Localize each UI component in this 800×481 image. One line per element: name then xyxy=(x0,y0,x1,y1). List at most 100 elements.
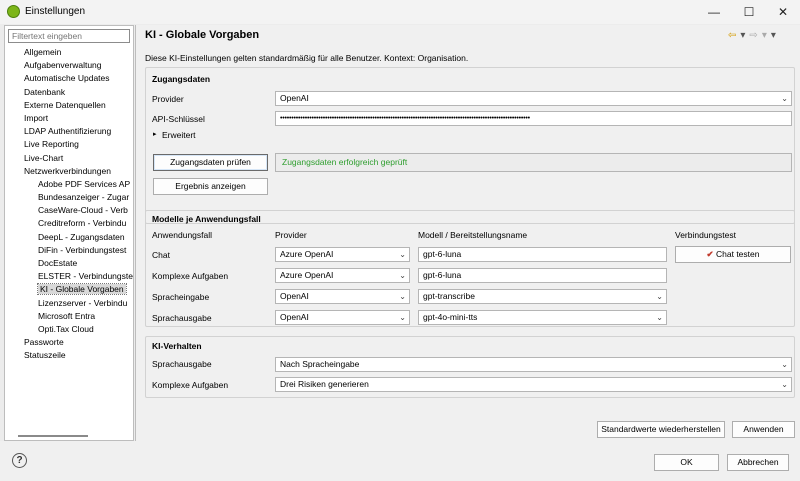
provider-select[interactable]: Azure OpenAI ⌄ xyxy=(275,268,410,283)
cancel-button[interactable]: Abbrechen xyxy=(727,454,789,471)
sidebar-item[interactable]: ELSTER - Verbindungste xyxy=(5,270,133,283)
back-arrow-icon[interactable]: ⇦ xyxy=(728,30,736,41)
model-select[interactable]: gpt-transcribe ⌄ xyxy=(418,289,667,304)
model-value: gpt-6-luna xyxy=(423,270,462,280)
select-value: OpenAI xyxy=(280,291,309,301)
dialog-footer: ? OK Abbrechen xyxy=(0,441,800,481)
chevron-down-icon: ⌄ xyxy=(399,313,406,322)
model-value: gpt-6-luna xyxy=(423,249,462,259)
speech-output-select[interactable]: Nach Spracheingabe ⌄ xyxy=(275,357,792,372)
sidebar-item[interactable]: Adobe PDF Services AP xyxy=(5,178,133,191)
sidebar-item[interactable]: Live Reporting xyxy=(5,138,133,151)
sidebar-item-label: CaseWare-Cloud - Verb xyxy=(38,205,128,216)
title-bar: Einstellungen — ☐ ✕ xyxy=(0,0,800,24)
sidebar-item-label: Automatische Updates xyxy=(24,73,110,84)
sidebar-item[interactable]: Allgemein xyxy=(5,46,133,59)
sidebar-item[interactable]: Aufgabenverwaltung xyxy=(5,59,133,72)
chevron-down-icon: ⌄ xyxy=(781,360,788,369)
window-title: Einstellungen xyxy=(25,6,86,17)
page-description: Diese KI-Einstellungen gelten standardmä… xyxy=(145,53,469,63)
model-value: gpt-transcribe xyxy=(423,291,475,301)
provider-select-value: OpenAI xyxy=(280,93,309,103)
col-header-provider: Provider xyxy=(275,230,307,240)
advanced-toggle-label[interactable]: Erweitert xyxy=(162,130,196,140)
sidebar-item[interactable]: Import xyxy=(5,112,133,125)
api-key-label: API-Schlüssel xyxy=(152,114,205,124)
zugangsdaten-title: Zugangsdaten xyxy=(152,74,211,84)
sidebar-item[interactable]: DeepL - Zugangsdaten xyxy=(5,231,133,244)
sidebar-item[interactable]: Externe Datenquellen xyxy=(5,99,133,112)
sidebar-item[interactable]: Bundesanzeiger - Zugar xyxy=(5,191,133,204)
usecase-label: Komplexe Aufgaben xyxy=(152,271,229,281)
api-key-field[interactable]: ••••••••••••••••••••••••••••••••••••••••… xyxy=(275,111,792,126)
minimize-button[interactable]: — xyxy=(697,0,731,24)
model-select[interactable]: gpt-4o-mini-tts ⌄ xyxy=(418,310,667,325)
zugangsdaten-group: Zugangsdaten Provider OpenAI ⌄ API-Schlü… xyxy=(145,67,795,224)
sidebar-item[interactable]: Datenbank xyxy=(5,86,133,99)
provider-select[interactable]: OpenAI ⌄ xyxy=(275,289,410,304)
sidebar-item-label: DeepL - Zugangsdaten xyxy=(38,231,125,242)
col-header-model: Modell / Bereitstellungsname xyxy=(418,230,528,240)
sidebar-item[interactable]: Automatische Updates xyxy=(5,72,133,85)
col-header-usecase: Anwendungsfall xyxy=(152,230,213,240)
chevron-down-icon: ⌄ xyxy=(781,94,788,103)
modelle-group: Modelle je Anwendungsfall Anwendungsfall… xyxy=(145,210,795,327)
sidebar-item-label: Allgemein xyxy=(24,47,62,57)
sidebar-item[interactable]: Creditreform - Verbindu xyxy=(5,217,133,230)
maximize-button[interactable]: ☐ xyxy=(732,0,766,24)
usecase-label: Sprachausgabe xyxy=(152,313,212,323)
chevron-down-icon: ⌄ xyxy=(656,313,663,322)
sidebar-item[interactable]: Lizenzserver - Verbindu xyxy=(5,297,133,310)
usecase-label: Spracheingabe xyxy=(152,292,210,302)
check-credentials-button[interactable]: Zugangsdaten prüfen xyxy=(153,154,268,171)
chevron-down-icon: ⌄ xyxy=(399,271,406,280)
model-input[interactable]: gpt-6-luna xyxy=(418,268,667,283)
sidebar-item-label: DiFin - Verbindungstest xyxy=(38,244,127,255)
page-navigation: ⇦ ▾ ⇨ ▾ ▾ xyxy=(728,30,776,41)
provider-select[interactable]: OpenAI ⌄ xyxy=(275,310,410,325)
forward-arrow-icon[interactable]: ⇨ xyxy=(749,30,757,41)
provider-select[interactable]: OpenAI ⌄ xyxy=(275,91,792,106)
back-menu-chevron-icon[interactable]: ▾ xyxy=(740,30,745,41)
close-button[interactable]: ✕ xyxy=(766,0,800,24)
filter-input[interactable] xyxy=(8,29,130,43)
sidebar-item-label: Microsoft Entra xyxy=(38,310,96,321)
expand-triangle-icon[interactable]: ▸ xyxy=(153,130,157,138)
sidebar-item[interactable]: DocEstate xyxy=(5,257,133,270)
apply-button[interactable]: Anwenden xyxy=(732,421,795,438)
show-result-button[interactable]: Ergebnis anzeigen xyxy=(153,178,268,195)
sidebar-item[interactable]: CaseWare-Cloud - Verb xyxy=(5,204,133,217)
complex-tasks-select[interactable]: Drei Risiken generieren ⌄ xyxy=(275,377,792,392)
chevron-down-icon: ⌄ xyxy=(781,380,788,389)
model-input[interactable]: gpt-6-luna xyxy=(418,247,667,262)
sidebar-item[interactable]: Statuszeile xyxy=(5,349,133,362)
sidebar-item[interactable]: Microsoft Entra xyxy=(5,310,133,323)
sidebar-item[interactable]: Netzwerkverbindungen xyxy=(5,165,133,178)
select-value: Drei Risiken generieren xyxy=(280,379,369,389)
sidebar-item-label: Creditreform - Verbindu xyxy=(38,218,127,229)
sidebar-item[interactable]: Opti.Tax Cloud xyxy=(5,323,133,336)
sidebar-item[interactable]: DiFin - Verbindungstest xyxy=(5,244,133,257)
sidebar-item-label: Passworte xyxy=(24,337,64,348)
chevron-down-icon: ⌄ xyxy=(656,292,663,301)
usecase-label: Chat xyxy=(152,250,170,260)
status-field: Zugangsdaten erfolgreich geprüft xyxy=(275,153,792,172)
sidebar-item-label: Externe Datenquellen xyxy=(24,99,106,110)
behavior-label: Sprachausgabe xyxy=(152,359,212,369)
restore-defaults-button[interactable]: Standardwerte wiederherstellen xyxy=(597,421,725,438)
help-icon[interactable]: ? xyxy=(12,453,27,468)
select-value: Azure OpenAI xyxy=(280,249,334,259)
sidebar-item-label: Netzwerkverbindungen xyxy=(24,165,111,176)
sidebar-item[interactable]: Passworte xyxy=(5,336,133,349)
forward-menu-chevron-icon[interactable]: ▾ xyxy=(762,30,767,41)
sidebar-item[interactable]: Live-Chart xyxy=(5,152,133,165)
sidebar-item[interactable]: LDAP Authentifizierung xyxy=(5,125,133,138)
horizontal-scrollbar[interactable] xyxy=(18,435,88,437)
sidebar-item[interactable]: KI - Globale Vorgaben xyxy=(5,283,133,296)
chat-test-button[interactable]: ✔ Chat testen xyxy=(675,246,791,263)
ok-button[interactable]: OK xyxy=(654,454,719,471)
settings-tree: Allgemein Aufgabenverwaltung Automatische … xyxy=(5,46,133,363)
view-menu-chevron-icon[interactable]: ▾ xyxy=(771,30,776,41)
provider-select[interactable]: Azure OpenAI ⌄ xyxy=(275,247,410,262)
provider-label: Provider xyxy=(152,94,184,104)
